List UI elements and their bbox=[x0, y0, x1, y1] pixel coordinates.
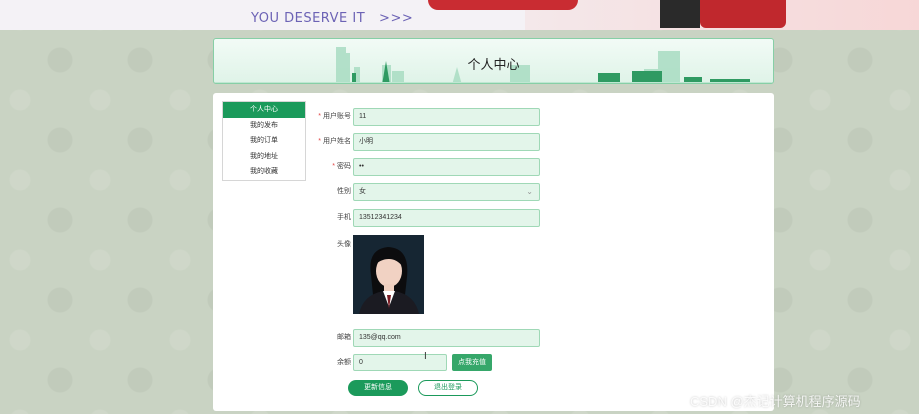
form-row-name: * 用户姓名 小明 bbox=[306, 133, 546, 151]
form-row-avatar: 头像 bbox=[306, 236, 546, 254]
balance-label: 余额 bbox=[337, 359, 351, 366]
avatar-image[interactable] bbox=[353, 235, 424, 314]
email-input[interactable]: 135@qq.com bbox=[353, 329, 540, 347]
gender-label: 性别 bbox=[337, 188, 351, 195]
phone-label: 手机 bbox=[337, 214, 351, 221]
sidebar-item-my-posts[interactable]: 我的发布 bbox=[223, 118, 305, 134]
form-row-password: * 密码 •• bbox=[306, 158, 546, 176]
password-label: * 密码 bbox=[332, 163, 351, 170]
top-banner: YOU DESERVE IT >>> bbox=[0, 0, 919, 30]
gender-select[interactable]: 女 ⌄ bbox=[353, 183, 540, 201]
banner-slogan: YOU DESERVE IT >>> bbox=[251, 11, 414, 26]
account-input[interactable]: 11 bbox=[353, 108, 540, 126]
account-label: * 用户账号 bbox=[318, 113, 351, 120]
sidebar-item-profile[interactable]: 个人中心 bbox=[223, 102, 305, 118]
sidebar-item-my-orders[interactable]: 我的订单 bbox=[223, 133, 305, 149]
balance-input[interactable]: 0 bbox=[353, 354, 447, 371]
name-input[interactable]: 小明 bbox=[353, 133, 540, 151]
form-row-phone: 手机 13512341234 bbox=[306, 209, 546, 227]
sidebar-item-my-address[interactable]: 我的地址 bbox=[223, 149, 305, 165]
gender-selected-value: 女 bbox=[359, 188, 366, 195]
page-title: 个人中心 bbox=[467, 57, 520, 72]
name-label: * 用户姓名 bbox=[318, 138, 351, 145]
slogan-arrows: >>> bbox=[379, 11, 414, 26]
phone-input[interactable]: 13512341234 bbox=[353, 209, 540, 227]
password-input[interactable]: •• bbox=[353, 158, 540, 176]
sidebar-menu: 个人中心 我的发布 我的订单 我的地址 我的收藏 bbox=[222, 101, 306, 181]
avatar-label: 头像 bbox=[337, 241, 351, 248]
form-row-email: 邮箱 135@qq.com bbox=[306, 329, 546, 347]
recharge-button[interactable]: 点我充值 bbox=[452, 354, 492, 371]
form-row-gender: 性别 女 ⌄ bbox=[306, 183, 546, 201]
watermark: CSDN @杰记计算机程序源码 bbox=[690, 394, 861, 409]
banner-bag-image bbox=[428, 0, 578, 10]
page-title-banner: 个人中心 bbox=[213, 38, 774, 84]
form-row-account: * 用户账号 11 bbox=[306, 108, 546, 126]
logout-button[interactable]: 退出登录 bbox=[418, 380, 478, 396]
banner-model-image bbox=[660, 0, 700, 28]
text-cursor-icon: I bbox=[424, 351, 427, 362]
email-label: 邮箱 bbox=[337, 334, 351, 341]
banner-bag-image-2 bbox=[700, 0, 786, 28]
update-info-button[interactable]: 更新信息 bbox=[348, 380, 408, 396]
chevron-down-icon: ⌄ bbox=[526, 187, 533, 196]
sidebar-item-my-favorites[interactable]: 我的收藏 bbox=[223, 164, 305, 180]
